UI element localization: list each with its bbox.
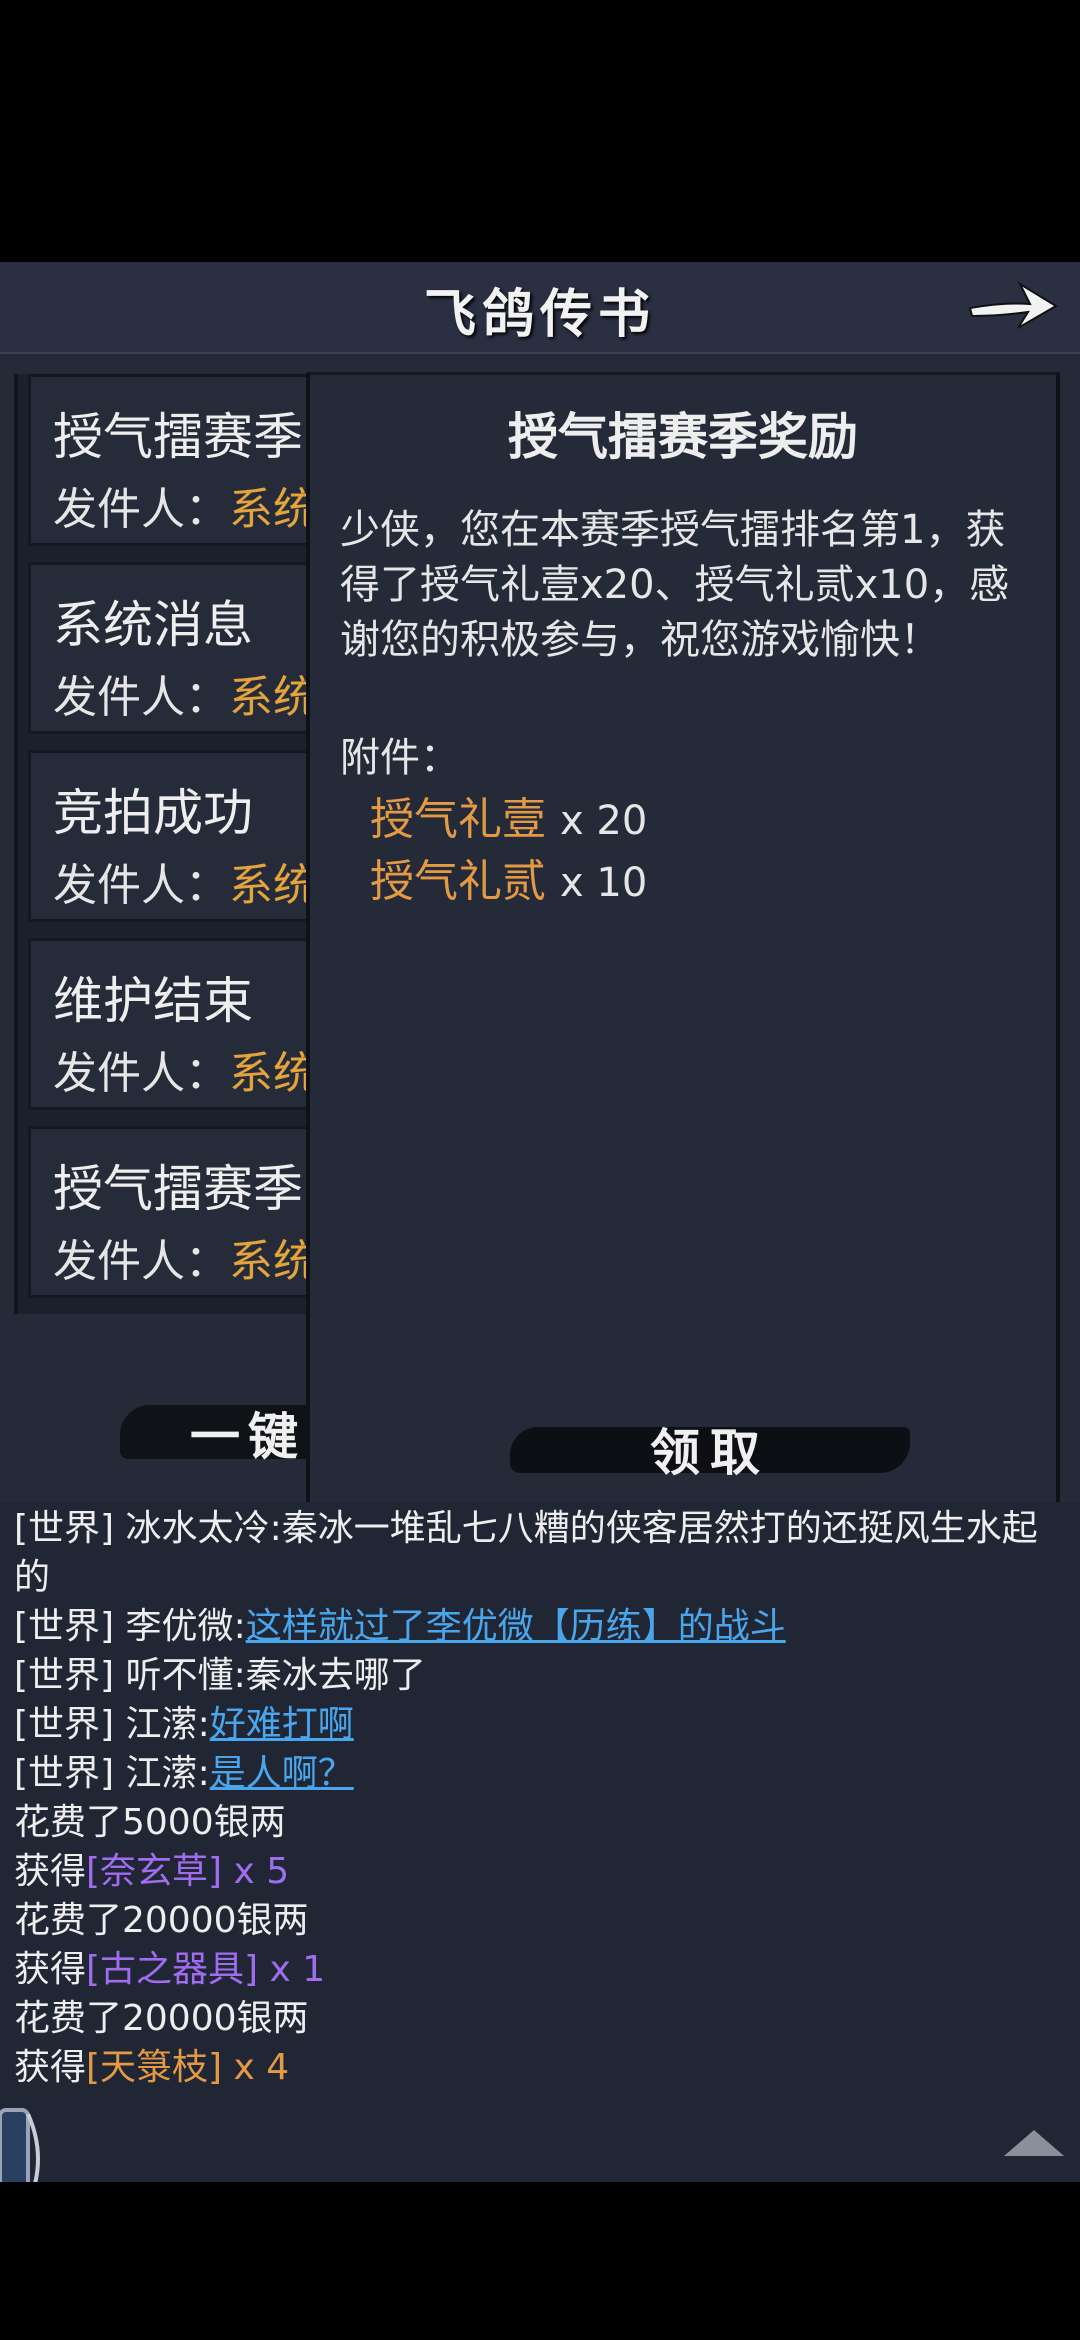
scroll-up-icon[interactable] [1002,2128,1066,2158]
mail-item-sender: 发件人：系统 [53,473,317,537]
chat-user[interactable]: 冰水太冷 [126,1508,270,1549]
mail-item-title: 维护结束 [53,972,253,1030]
mail-item-sender: 发件人：系统 [53,1037,317,1101]
channel-tag: [世界] [14,1606,115,1647]
mail-item[interactable]: 授气擂赛季 发件人：系统 [28,374,328,546]
mail-item-title: 竞拍成功 [53,784,253,842]
chat-message-wrap: 的 [14,1557,51,1598]
attachment-label: 附件： [340,735,460,781]
chat-line: [世界] 江潆:好难打啊 [14,1704,354,1745]
item-name[interactable]: [古之器具] [86,1949,258,1990]
item-qty: x 1 [258,1949,326,1990]
chat-line: [世界] 冰水太冷:秦冰一堆乱七八糟的侠客居然打的还挺风生水起 的 [14,1508,1038,1598]
attachment-item[interactable]: 授气礼壹 x 20 [370,783,647,847]
chat-link[interactable]: 好难打啊 [210,1704,354,1745]
claim-label: 领取 [650,1423,770,1482]
gain-label: 获得 [14,1949,87,1990]
attachment-qty: x 20 [560,798,648,844]
mail-item[interactable]: 维护结束 发件人：系统 [28,938,328,1110]
item-qty: x 4 [222,2047,290,2088]
mail-item[interactable]: 竞拍成功 发件人：系统 [28,750,328,922]
item-qty: x 5 [222,1851,290,1892]
arrow-right-icon[interactable] [964,272,1060,336]
mail-item-title: 授气擂赛季 [53,1160,303,1218]
mail-window: 飞鸽传书 授气擂赛季 发件人：系统 系统消息 发件人：系统 竞拍成功 发件人：系… [0,262,1080,1504]
mail-list: 授气擂赛季 发件人：系统 系统消息 发件人：系统 竞拍成功 发件人：系统 维护结… [14,374,328,1314]
sender-name: 系统 [229,860,317,911]
mail-item-sender: 发件人：系统 [53,661,317,725]
window-title: 飞鸽传书 [423,284,656,345]
channel-tag: [世界] [14,1508,115,1549]
one-key-claim-button[interactable]: 一键 [120,1387,380,1477]
channel-tag: [世界] [14,1753,115,1794]
mail-item-title: 授气擂赛季 [53,408,303,466]
system-line: 获得[奈玄草] x 5 [14,1847,1064,1896]
chat-log[interactable]: [世界] 冰水太冷:秦冰一堆乱七八糟的侠客居然打的还挺风生水起 的 [世界] 李… [0,1502,1080,2182]
system-line: 获得[天箓枝] x 4 [14,2043,1064,2092]
sender-label: 发件人： [53,860,229,911]
gain-label: 获得 [14,1851,87,1892]
item-name[interactable]: [奈玄草] [86,1851,222,1892]
system-line: 获得[古之器具] x 1 [14,1945,1064,1994]
mail-header: 飞鸽传书 [0,262,1080,354]
mail-item-sender: 发件人：系统 [53,1225,317,1289]
channel-tag: [世界] [14,1655,115,1696]
one-key-label: 一键 [190,1407,306,1466]
mail-detail-panel: 授气擂赛季奖励 少侠，您在本赛季授气擂排名第1，获得了授气礼壹x20、授气礼贰x… [306,372,1060,1504]
chat-user[interactable]: 听不懂 [126,1655,234,1696]
mail-item[interactable]: 授气擂赛季 发件人：系统 [28,1126,328,1298]
chat-link[interactable]: 是人啊？ [210,1753,354,1794]
status-bar-area [0,0,1080,262]
chat-message: 秦冰去哪了 [245,1655,426,1696]
claim-button[interactable]: 领取 [510,1407,910,1487]
chat-line: [世界] 李优微:这样就过了李优微【历练】的战斗 [14,1606,786,1647]
chat-message: 秦冰一堆乱七八糟的侠客居然打的还挺风生水起 [281,1508,1038,1549]
sender-name: 系统 [229,484,317,535]
attachment-name: 授气礼壹 [370,794,546,845]
sender-label: 发件人： [53,1236,229,1287]
sender-label: 发件人： [53,484,229,535]
attachment-qty: x 10 [560,860,648,906]
system-line: 花费了20000银两 [14,1998,309,2039]
sender-label: 发件人： [53,1048,229,1099]
chat-link[interactable]: 这样就过了李优微【历练】的战斗 [246,1606,786,1647]
detail-title: 授气擂赛季奖励 [508,408,858,466]
system-line: 花费了20000银两 [14,1900,309,1941]
channel-tag: [世界] [14,1704,115,1745]
sender-label: 发件人： [53,672,229,723]
chat-user[interactable]: 江潆 [126,1753,198,1794]
sender-name: 系统 [229,1236,317,1287]
chat-line: [世界] 听不懂:秦冰去哪了 [14,1655,426,1696]
chat-user[interactable]: 江潆 [126,1704,198,1745]
navigation-bar-area [0,2182,1080,2340]
mail-item[interactable]: 系统消息 发件人：系统 [28,562,328,734]
attachment-item[interactable]: 授气礼贰 x 10 [370,845,647,909]
system-line: 花费了5000银两 [14,1802,286,1843]
detail-body: 少侠，您在本赛季授气擂排名第1，获得了授气礼壹x20、授气礼贰x10，感谢您的积… [340,507,1010,663]
item-name[interactable]: [天箓枝] [86,2047,222,2088]
mail-item-sender: 发件人：系统 [53,849,317,913]
sender-name: 系统 [229,1048,317,1099]
gain-label: 获得 [14,2047,87,2088]
sender-name: 系统 [229,672,317,723]
attachment-name: 授气礼贰 [370,856,546,907]
mail-item-title: 系统消息 [53,596,253,654]
chat-line: [世界] 江潆:是人啊？ [14,1753,354,1794]
chat-user[interactable]: 李优微 [126,1606,234,1647]
